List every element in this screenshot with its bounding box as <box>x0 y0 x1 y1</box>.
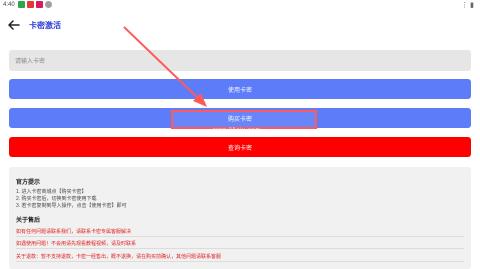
notification-icon-gray <box>45 1 52 8</box>
arrow-left-icon[interactable] <box>6 17 22 33</box>
use-card-button[interactable]: 使用卡密 <box>9 79 471 99</box>
section-title-aftersale: 关于售后 <box>16 218 41 224</box>
query-card-button[interactable]: 查询卡密 <box>9 137 471 157</box>
use-card-label: 使用卡密 <box>227 87 252 94</box>
notice-line-1: 1. 进入卡密商城点【购买卡密】 <box>16 189 87 195</box>
aftersale-line-3: 关于退款：暂不支持退款，卡密一经售出，概不退换，请在购买前确认，其他问题请联系客… <box>16 254 222 260</box>
notification-icon-green <box>18 1 25 8</box>
aftersale-line-1: 如有任何问题请联系我们，请联系卡密专属客服解决 <box>16 229 132 235</box>
divider <box>16 248 464 249</box>
aftersale-line-2: 如遇使用问题！不会用请先观看教程视频，请及时联系 <box>16 241 137 247</box>
notice-line-2: 2. 购买卡密后，切换到卡密使用下载 <box>16 196 97 202</box>
notification-icon-red-2 <box>36 1 43 8</box>
card-code-input[interactable] <box>9 51 471 73</box>
notice-line-3: 3. 若卡密复制到导入操作，点击【使用卡密】即可 <box>16 203 127 209</box>
status-right-icons: ⋮ ▮ <box>461 2 474 9</box>
watermark: www.95xiu.com <box>213 127 261 133</box>
info-panel: 官方提示 1. 进入卡密商城点【购买卡密】 2. 购买卡密后，切换到卡密使用下载… <box>9 167 471 269</box>
query-card-label: 查询卡密 <box>227 145 252 152</box>
status-bar: 4:40 ⋮ ▮ <box>0 0 480 11</box>
divider <box>16 261 464 262</box>
app-bar: 卡密激活 <box>0 14 480 40</box>
divider <box>16 236 464 237</box>
section-title-notice: 官方提示 <box>16 180 41 186</box>
page-title: 卡密激活 <box>29 21 61 30</box>
card-code-field[interactable] <box>9 50 471 73</box>
notification-icon-red <box>27 1 34 8</box>
status-time: 4:40 <box>3 2 15 8</box>
